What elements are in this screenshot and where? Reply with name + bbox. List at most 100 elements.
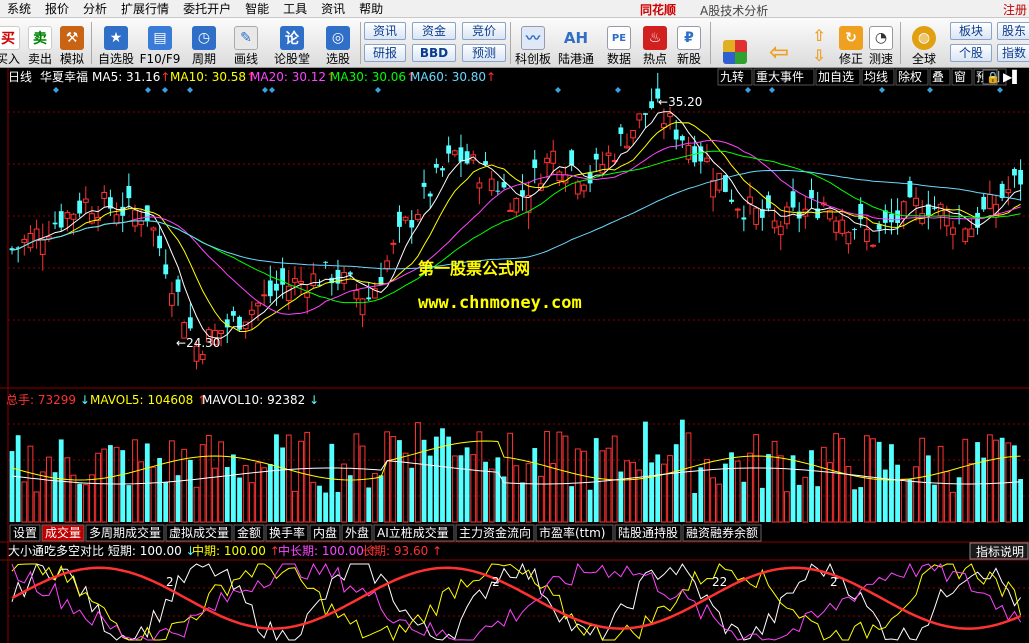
ipo-button[interactable]: ₽ 新股	[674, 20, 704, 66]
volume-bar	[692, 493, 698, 522]
menu-item-quote[interactable]: 报价	[38, 0, 76, 18]
candle-body	[889, 213, 894, 223]
news-button[interactable]: 资讯	[364, 22, 406, 40]
forum-button[interactable]: 论 论股堂	[272, 20, 312, 66]
indicator-tab-label: AI立桩成交量	[377, 525, 449, 540]
volume-bar	[962, 438, 969, 523]
funds-button[interactable]: 资金	[412, 22, 456, 40]
volume-bar	[581, 450, 587, 523]
global-button[interactable]: ◍ 全球	[906, 20, 942, 66]
volume-bar	[353, 433, 360, 523]
volume-bar	[723, 463, 728, 522]
draw-line-button[interactable]: ✎ 画线	[228, 20, 264, 66]
candle-body	[274, 283, 279, 291]
candle-body	[698, 146, 704, 162]
stock-button[interactable]: 个股	[950, 44, 992, 62]
event-marker	[53, 87, 59, 93]
forum-icon: 论	[280, 26, 304, 50]
volume-bar	[925, 455, 931, 522]
volume-bar	[95, 452, 101, 523]
menu-item-analysis[interactable]: 分析	[76, 0, 114, 18]
register-link[interactable]: 注册	[1003, 1, 1027, 18]
volume-bar	[433, 436, 439, 522]
period-button[interactable]: ◷ 周期	[186, 20, 222, 66]
toolbar-divider	[91, 22, 92, 64]
volume-bar	[827, 462, 833, 523]
index-button[interactable]: 指数	[997, 44, 1029, 62]
volume-bar	[120, 450, 126, 522]
shareholder-button[interactable]: 股东	[997, 22, 1029, 40]
volume-bar	[667, 455, 673, 523]
volume-bar	[366, 487, 372, 522]
candle-body	[667, 112, 673, 117]
adjust-button[interactable]: ↻ 修正	[836, 20, 866, 66]
ma-legend-item: MA20: 30.12↑	[250, 70, 336, 84]
menu-item-trade[interactable]: 委托开户	[176, 0, 238, 18]
arrow-up-icon: ⇧	[812, 25, 826, 45]
kline-chart-svg: 日线 华夏幸福 MA5: 31.16↑ MA10: 30.58↑MA20: 30.…	[0, 68, 1029, 643]
event-marker	[375, 87, 381, 93]
volume-bar	[599, 450, 606, 523]
volume-bar	[790, 455, 796, 522]
f10-button[interactable]: ▤ F10/F9	[138, 20, 182, 66]
speedtest-button[interactable]: ◔ 测速	[866, 20, 896, 66]
volume-bar	[876, 441, 882, 522]
indicator-tab-label: 多周期成交量	[89, 525, 161, 540]
menu-item-news[interactable]: 资讯	[314, 0, 352, 18]
forecast-button[interactable]: 预测	[462, 44, 506, 62]
total-volume-label: 总手: 73299 ↓	[6, 393, 90, 407]
stock-picker-button[interactable]: ◎ 选股	[320, 20, 356, 66]
volume-bar	[525, 463, 532, 523]
gavel-icon: ⚒	[60, 26, 84, 50]
menu-item-smart[interactable]: 智能	[238, 0, 276, 18]
data-button[interactable]: PE 数据	[604, 20, 634, 66]
volume-bar	[716, 483, 723, 523]
star-market-button[interactable]: 〰 科创板	[512, 20, 554, 66]
volume-bar	[943, 471, 950, 523]
watermark-title: 第一股票公式网	[418, 259, 530, 278]
page-up-button[interactable]: ⇧ ⇩	[804, 20, 834, 66]
auction-button[interactable]: 竞价	[462, 22, 506, 40]
volume-bar	[624, 460, 630, 523]
hk-connect-button[interactable]: AH 陆港通	[556, 20, 596, 66]
sector-button[interactable]: 板块	[950, 22, 992, 40]
research-button[interactable]: 研报	[364, 44, 406, 62]
volume-bar	[390, 436, 397, 523]
volume-bar	[649, 462, 654, 522]
watchlist-button[interactable]: ★ 自选股	[96, 20, 136, 66]
candle-body	[359, 298, 366, 316]
buy-button[interactable]: 买 买入	[0, 20, 22, 66]
volume-bar	[274, 434, 279, 522]
volume-bar	[937, 445, 944, 523]
volume-bar	[981, 457, 987, 522]
hotspot-button[interactable]: ♨ 热点	[640, 20, 670, 66]
right-tool-label: 重大事件	[756, 70, 804, 84]
adjust-icon: ↻	[839, 26, 863, 50]
candle-body	[248, 309, 255, 315]
menu-item-tools[interactable]: 工具	[276, 0, 314, 18]
candle-body	[833, 220, 840, 233]
sell-button[interactable]: 卖 卖出	[26, 20, 54, 66]
simulate-button[interactable]: ⚒ 模拟	[58, 20, 86, 66]
candle-body	[876, 224, 882, 230]
volume-bar	[870, 438, 876, 523]
candle-body	[199, 354, 206, 360]
back-button[interactable]: ⇦	[764, 20, 794, 66]
bbd-button[interactable]: BBD	[412, 44, 456, 62]
volume-bar	[15, 435, 21, 522]
volume-bar	[753, 434, 760, 523]
menu-item-ext-market[interactable]: 扩展行情	[114, 0, 176, 18]
candle-body	[126, 185, 132, 199]
menu-item-system[interactable]: 系统	[0, 0, 38, 18]
indicator-mark: 2	[166, 575, 174, 589]
volume-bar	[371, 473, 378, 523]
candle-body	[624, 145, 630, 149]
indicator-tab-label: 虚拟成交量	[169, 525, 229, 540]
menu-item-help[interactable]: 帮助	[352, 0, 390, 18]
candle-body	[852, 229, 857, 231]
collapse-right-icon[interactable]: ▶▌	[1003, 69, 1021, 84]
indicator-title: 大小通吃多空对比 短期: 100.00 ↓	[8, 544, 196, 558]
document-icon: ▤	[148, 26, 172, 50]
layout-button[interactable]	[720, 20, 750, 66]
volume-bar	[267, 464, 273, 522]
